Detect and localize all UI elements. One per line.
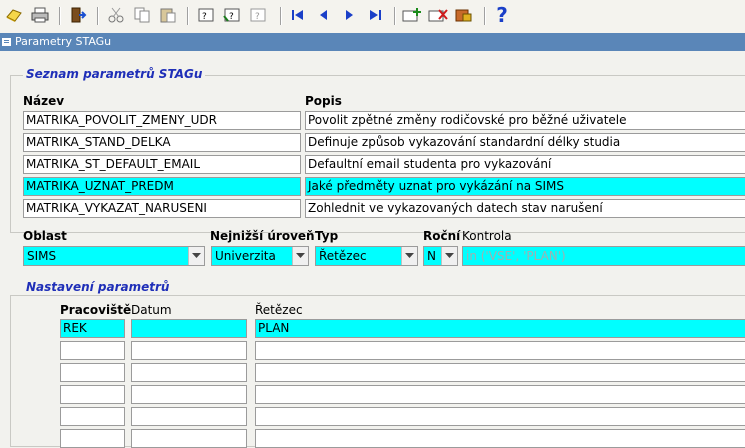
retezec-column-header: Řetězec [255, 303, 303, 317]
retezec-cell[interactable] [255, 429, 745, 448]
copy-icon[interactable] [132, 5, 152, 25]
uroven-value: Univerzita [215, 249, 276, 263]
retezec-cell[interactable]: PLAN [255, 319, 745, 338]
rocni-value: N [427, 249, 436, 263]
pracoviste-cell[interactable] [60, 407, 125, 426]
retezec-cell[interactable] [255, 385, 745, 404]
datum-cell[interactable] [131, 341, 247, 360]
cancel-query-icon[interactable]: ? [248, 5, 268, 25]
retezec-cell[interactable] [255, 341, 745, 360]
param-list-title: Seznam parametrů STAGu [23, 67, 206, 81]
datum-cell[interactable] [131, 385, 247, 404]
svg-text:?: ? [202, 12, 207, 22]
datum-cell[interactable] [131, 407, 247, 426]
retezec-cell[interactable] [255, 407, 745, 426]
execute-query-icon[interactable]: ? [222, 5, 242, 25]
param-desc-cell[interactable]: Zohlednit ve vykazovaných datech stav na… [305, 199, 745, 218]
kontrola-field[interactable]: in ('VSE', 'PLAN') [462, 246, 745, 266]
window-titlebar: Parametry STAGu [0, 33, 745, 51]
rocni-select[interactable]: N [423, 246, 458, 266]
pracoviste-cell[interactable] [60, 363, 125, 382]
chevron-down-icon[interactable] [292, 247, 308, 265]
param-name-cell[interactable]: MATRIKA_UZNAT_PREDM [23, 177, 301, 196]
save-icon[interactable] [4, 5, 24, 25]
pracoviste-cell[interactable] [60, 385, 125, 404]
svg-text:?: ? [255, 12, 260, 22]
typ-select[interactable]: Řetězec [315, 246, 418, 266]
typ-label: Typ [315, 229, 339, 243]
typ-value: Řetězec [319, 249, 367, 263]
chevron-down-icon[interactable] [401, 247, 417, 265]
datum-cell[interactable] [131, 429, 247, 448]
form-icon [2, 38, 11, 46]
datum-cell[interactable] [131, 363, 247, 382]
first-record-icon[interactable] [288, 5, 308, 25]
param-desc-cell[interactable]: Defaultní email studenta pro vykazování [305, 155, 745, 174]
oblast-label: Oblast [23, 229, 67, 243]
delete-record-icon[interactable] [428, 5, 448, 25]
help-icon[interactable]: ? [492, 3, 512, 27]
datum-cell[interactable] [131, 319, 247, 338]
rocni-label: Roční [423, 229, 461, 243]
lock-record-icon[interactable] [454, 5, 474, 25]
retezec-cell[interactable] [255, 363, 745, 382]
name-column-header: Název [23, 94, 65, 108]
settings-title: Nastavení parametrů [23, 280, 173, 294]
paste-icon[interactable] [158, 5, 178, 25]
oblast-value: SIMS [27, 249, 57, 263]
previous-record-icon[interactable] [313, 5, 333, 25]
pracoviste-cell[interactable] [60, 429, 125, 448]
param-name-cell[interactable]: MATRIKA_ST_DEFAULT_EMAIL [23, 155, 301, 174]
print-icon[interactable] [30, 5, 50, 25]
kontrola-value: in ('VSE', 'PLAN') [466, 249, 566, 263]
param-desc-cell[interactable]: Definuje způsob vykazování standardní dé… [305, 133, 745, 152]
pracoviste-column-header: Pracoviště [60, 303, 132, 317]
datum-column-header: Datum [131, 303, 172, 317]
uroven-label: Nejnižší úroveň [210, 229, 315, 243]
pracoviste-cell[interactable]: REK [60, 319, 125, 338]
svg-text:?: ? [229, 12, 234, 22]
param-desc-cell[interactable]: Jaké předměty uznat pro vykázání na SIMS [305, 177, 745, 196]
pracoviste-cell[interactable] [60, 341, 125, 360]
uroven-select[interactable]: Univerzita [211, 246, 309, 266]
kontrola-label: Kontrola [462, 229, 512, 243]
oblast-select[interactable]: SIMS [23, 246, 205, 266]
cut-icon[interactable] [106, 5, 126, 25]
last-record-icon[interactable] [365, 5, 385, 25]
exit-icon[interactable] [68, 5, 88, 25]
toolbar: ? ? ? ? [0, 0, 745, 34]
window-title: Parametry STAGu [15, 35, 112, 48]
query-icon[interactable]: ? [196, 5, 216, 25]
param-name-cell[interactable]: MATRIKA_VYKAZAT_NARUSENI [23, 199, 301, 218]
param-desc-cell[interactable]: Povolit zpětné změny rodičovské pro běžn… [305, 111, 745, 130]
param-name-cell[interactable]: MATRIKA_POVOLIT_ZMENY_UDR [23, 111, 301, 130]
param-name-cell[interactable]: MATRIKA_STAND_DELKA [23, 133, 301, 152]
chevron-down-icon[interactable] [441, 247, 457, 265]
insert-record-icon[interactable] [402, 5, 422, 25]
next-record-icon[interactable] [339, 5, 359, 25]
chevron-down-icon[interactable] [188, 247, 204, 265]
desc-column-header: Popis [305, 94, 342, 108]
